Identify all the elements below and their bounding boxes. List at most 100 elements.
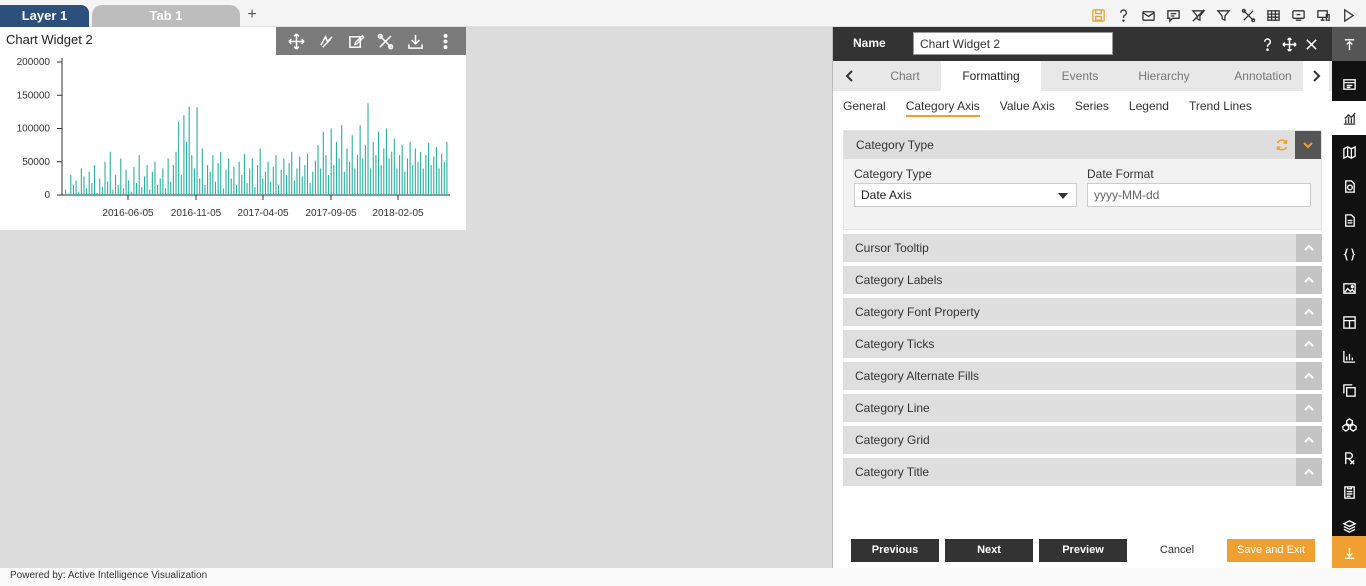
preview-button[interactable]: Preview <box>1039 539 1127 562</box>
bar <box>254 187 256 195</box>
clear-filter-icon[interactable] <box>1188 5 1208 25</box>
x-tick-label: 2018-02-05 <box>372 208 424 219</box>
tab-hierarchy[interactable]: Hierarchy <box>1123 61 1205 91</box>
bar <box>78 191 80 195</box>
tools-icon[interactable] <box>1238 5 1258 25</box>
chart-widget[interactable]: Chart Widget 2 200000 150000 100000 50000 0 2… <box>0 27 466 230</box>
table-icon[interactable] <box>1263 5 1283 25</box>
section-header[interactable]: Category Alternate Fills <box>843 362 1322 390</box>
bar <box>322 131 324 195</box>
bar <box>280 169 282 195</box>
section-row: Category Ticks <box>843 330 1322 358</box>
bar <box>380 165 382 195</box>
tab-annotation[interactable]: Annotation <box>1223 61 1303 91</box>
subtab-general[interactable]: General <box>843 97 886 117</box>
collapse-down-icon[interactable] <box>1332 536 1366 570</box>
chart-properties-icon[interactable] <box>1332 101 1366 135</box>
chevron-up-icon[interactable] <box>1296 362 1322 390</box>
help-icon[interactable] <box>1113 5 1133 25</box>
monitor-icon[interactable] <box>1313 5 1333 25</box>
map-icon[interactable] <box>1332 135 1366 169</box>
name-input[interactable] <box>913 32 1113 55</box>
chevron-up-icon[interactable] <box>1296 298 1322 326</box>
chevron-up-icon[interactable] <box>1296 234 1322 262</box>
bar <box>120 158 122 195</box>
save-icon[interactable] <box>1088 5 1108 25</box>
close-icon[interactable] <box>1303 34 1319 54</box>
bar <box>362 158 364 195</box>
copy-icon[interactable] <box>1332 373 1366 407</box>
mail-icon[interactable] <box>1138 5 1158 25</box>
play-icon[interactable] <box>1338 5 1358 25</box>
tab-formatting[interactable]: Formatting <box>941 61 1041 91</box>
section-header[interactable]: Category Labels <box>843 266 1322 294</box>
subtab-legend[interactable]: Legend <box>1129 97 1169 117</box>
components-icon[interactable] <box>1332 407 1366 441</box>
bar <box>220 151 222 195</box>
collapse-up-icon[interactable] <box>1332 27 1366 61</box>
tools-icon[interactable] <box>375 30 397 52</box>
layout-icon[interactable] <box>1332 305 1366 339</box>
category-type-value: Date Axis <box>861 188 912 202</box>
chevron-down-icon[interactable] <box>1295 131 1321 159</box>
tab-layer-1[interactable]: Layer 1 <box>0 5 89 27</box>
date-format-input[interactable]: yyyy-MM-dd <box>1087 183 1311 207</box>
save-and-exit-button[interactable]: Save and Exit <box>1227 539 1315 562</box>
image-icon[interactable] <box>1332 271 1366 305</box>
code-braces-icon[interactable] <box>1332 237 1366 271</box>
bar <box>209 171 211 195</box>
previous-button[interactable]: Previous <box>851 539 939 562</box>
chevron-up-icon[interactable] <box>1296 458 1322 486</box>
comment-icon[interactable] <box>1163 5 1183 25</box>
section-header[interactable]: Category Title <box>843 458 1322 486</box>
data-file-icon[interactable] <box>1332 169 1366 203</box>
edit-icon[interactable] <box>345 30 367 52</box>
subtab-trend-lines[interactable]: Trend Lines <box>1189 97 1252 117</box>
tab-tab-1[interactable]: Tab 1 <box>92 5 240 27</box>
link-icon[interactable] <box>315 30 337 52</box>
cancel-button[interactable]: Cancel <box>1133 539 1221 562</box>
help-icon[interactable] <box>1259 34 1275 54</box>
bar-chart: 200000 150000 100000 50000 0 2016-06-05 2016-1… <box>17 57 450 219</box>
next-button[interactable]: Next <box>945 539 1033 562</box>
section-header[interactable]: Cursor Tooltip <box>843 234 1322 262</box>
chevron-right-icon[interactable] <box>1303 61 1329 91</box>
chevron-up-icon[interactable] <box>1296 330 1322 358</box>
chevron-up-icon[interactable] <box>1296 426 1322 454</box>
bar <box>420 151 422 195</box>
tab-chart[interactable]: Chart <box>861 61 949 91</box>
move-icon[interactable] <box>286 30 308 52</box>
bar <box>149 189 151 195</box>
tab-events[interactable]: Events <box>1041 61 1119 91</box>
panel-footer: Previous Next Preview Cancel Save and Ex… <box>851 539 1315 562</box>
category-type-select[interactable]: Date Axis <box>854 183 1077 207</box>
subtab-category-axis[interactable]: Category Axis <box>905 97 980 117</box>
bar <box>396 168 398 195</box>
section-row: Category Line <box>843 394 1322 422</box>
chevron-up-icon[interactable] <box>1296 394 1322 422</box>
section-header[interactable]: Category Ticks <box>843 330 1322 358</box>
screen-icon[interactable] <box>1288 5 1308 25</box>
section-title: Category Line <box>855 401 930 415</box>
chevron-up-icon[interactable] <box>1296 266 1322 294</box>
document-icon[interactable] <box>1332 203 1366 237</box>
add-tab-button[interactable]: + <box>243 5 261 25</box>
refresh-icon[interactable] <box>1275 138 1289 152</box>
more-vertical-icon[interactable] <box>434 30 456 52</box>
filter-icon[interactable] <box>1213 5 1233 25</box>
prescription-icon[interactable] <box>1332 441 1366 475</box>
section-header[interactable]: Category Line <box>843 394 1322 422</box>
section-header[interactable]: Category Font Property <box>843 298 1322 326</box>
subtab-series[interactable]: Series <box>1075 97 1109 117</box>
dashboard-icon[interactable] <box>1332 67 1366 101</box>
section-header[interactable]: Category Type <box>844 131 1321 159</box>
bar <box>154 161 156 195</box>
download-icon[interactable] <box>404 30 426 52</box>
report-icon[interactable] <box>1332 475 1366 509</box>
bar-chart-icon[interactable] <box>1332 339 1366 373</box>
subtab-value-axis[interactable]: Value Axis <box>1000 97 1055 117</box>
section-header[interactable]: Category Grid <box>843 426 1322 454</box>
bar <box>136 183 138 195</box>
chevron-left-icon[interactable] <box>837 61 863 91</box>
move-icon[interactable] <box>1281 34 1297 54</box>
